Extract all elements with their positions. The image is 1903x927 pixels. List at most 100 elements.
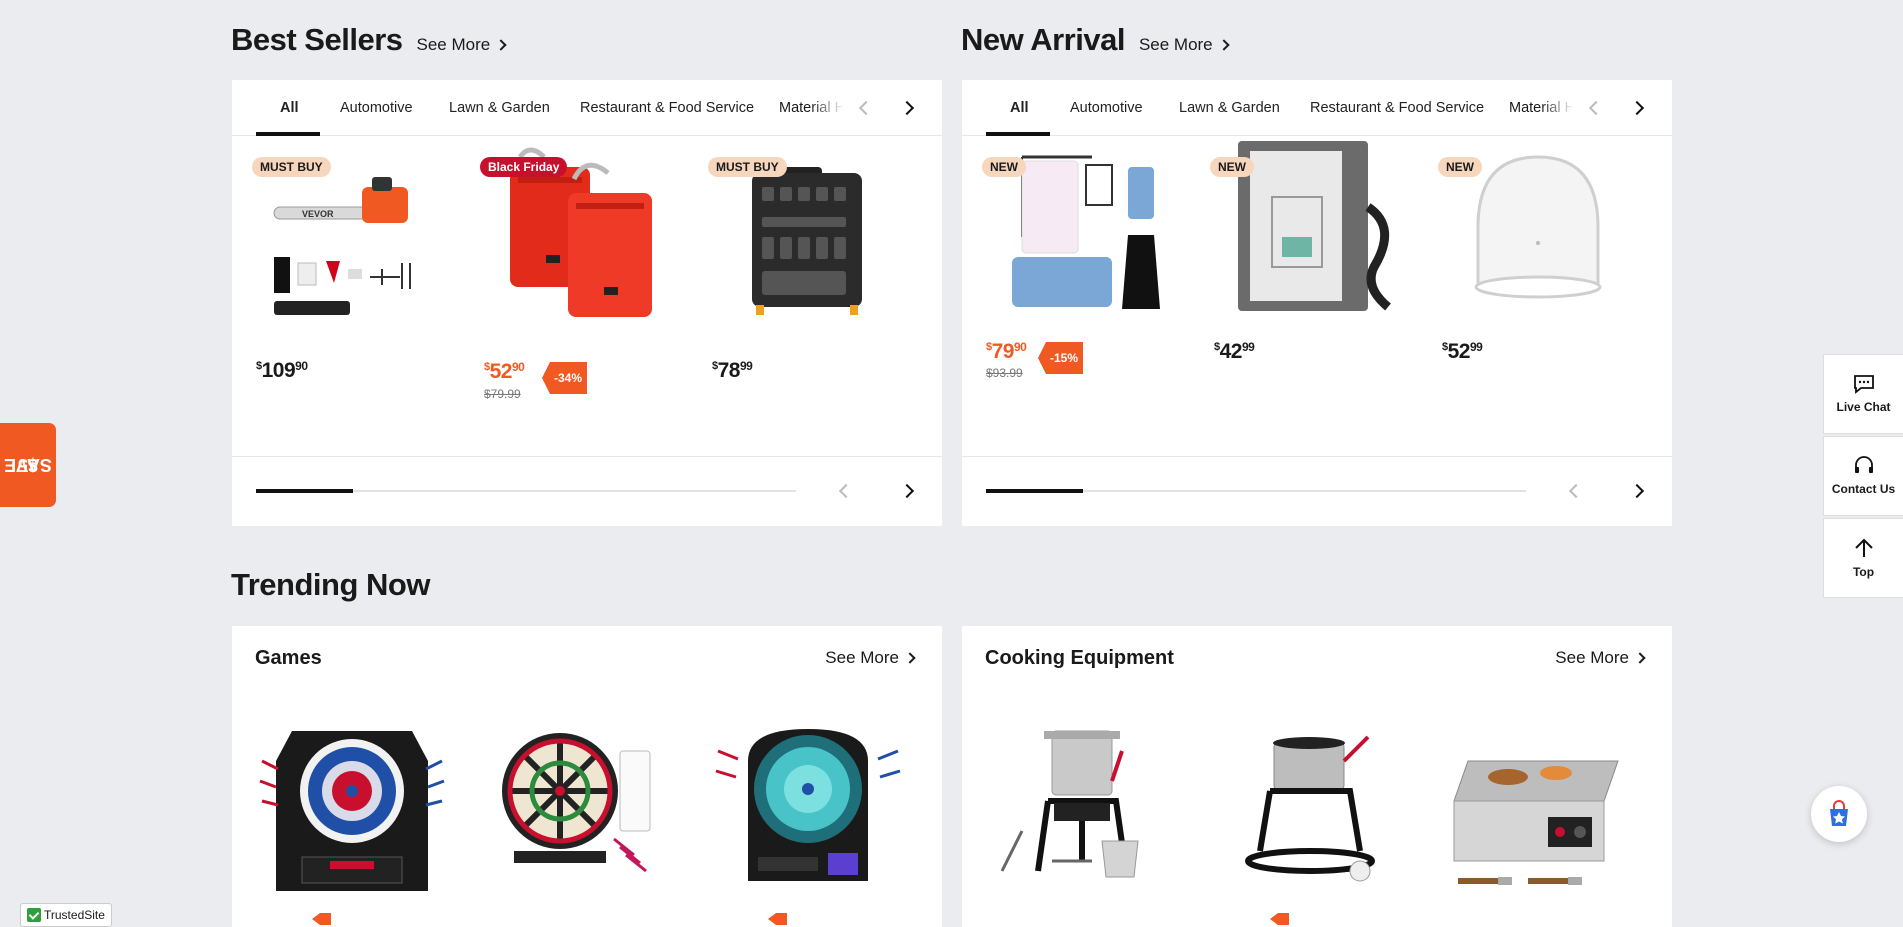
badge: NEW [1438,157,1482,177]
tab-lawn-garden[interactable]: Lawn & Garden [1179,100,1280,116]
tab-restaurant-food-service[interactable]: Restaurant & Food Service [1310,100,1484,116]
tool-label: Top [1852,565,1875,579]
product-card[interactable]: Black Friday $5290 $79.99 -34% [460,137,670,401]
product-card[interactable]: $4990 [1190,721,1400,927]
carousel-progress[interactable] [256,489,796,493]
bristle-dartboard-icon [502,733,651,873]
product-price: $5299 [1442,340,1483,363]
headset-icon [1854,456,1873,473]
rewards-float-button[interactable] [1811,786,1867,842]
chevron-right-icon [1217,39,1230,51]
trustedsite-label: TrustedSite [44,908,105,922]
tabs-next-arrow[interactable] [1626,97,1648,119]
best-sellers-panel: All Automotive Lawn & Garden Restaurant … [232,80,942,526]
electronic-dartboard-icon [259,731,445,891]
product-card[interactable]: $11299 [1418,721,1628,927]
tab-restaurant-food-service[interactable]: Restaurant & Food Service [580,100,754,116]
games-panel: Games See More $6799 $3399 [232,626,942,927]
old-price: $79.99 [484,387,521,401]
new-arrival-panel: All Automotive Lawn & Garden Restaurant … [962,80,1672,526]
cooking-see-more[interactable]: See More [1555,648,1646,668]
tab-automotive[interactable]: Automotive [1070,100,1143,116]
chevron-right-icon [904,652,916,664]
live-chat-button[interactable]: Live Chat [1823,354,1903,434]
arrow-up-icon [1854,538,1873,557]
badge: Black Friday [480,157,568,177]
trending-header: Trending Now [231,567,430,603]
trustedsite-badge[interactable]: TrustedSite [20,903,112,927]
led-dartboard-icon [715,729,901,881]
category-title: Cooking Equipment [985,647,1174,669]
carousel-prev-arrow[interactable] [1562,480,1584,502]
svg-text:VEVOR: VEVOR [302,209,334,219]
product-card[interactable]: $6799 [232,721,445,927]
new-arrival-tabs: All Automotive Lawn & Garden Restaurant … [962,80,1672,136]
product-card[interactable]: $8999 [962,721,1172,927]
active-tab-indicator [986,132,1050,136]
badge: MUST BUY [252,157,331,177]
product-card[interactable]: MUST BUY $7899 [688,137,898,397]
propane-burner-icon [1245,735,1375,882]
tab-lawn-garden[interactable]: Lawn & Garden [449,100,550,116]
product-price: $10990 [256,359,308,382]
product-card[interactable]: $5090 [688,721,901,927]
product-card[interactable]: NEW $5299 [1418,137,1628,397]
tab-automotive[interactable]: Automotive [340,100,413,116]
side-toolbar: Live Chat Contact Us Top [1823,354,1903,600]
cooking-equipment-panel: Cooking Equipment See More $8999 $4990 [962,626,1672,927]
best-sellers-title: Best Sellers [231,22,403,57]
chevron-right-icon [495,39,507,51]
discount-tag: -34% [542,362,588,394]
carousel-progress-fill [986,489,1084,493]
carousel-prev-arrow[interactable] [832,480,854,502]
category-title: Games [255,647,322,669]
new-arrival-see-more[interactable]: See More [1139,35,1230,55]
carousel-footer [962,456,1672,526]
product-card[interactable]: $3399 [460,721,670,927]
badge: NEW [982,157,1026,177]
tab-fade [1540,80,1574,135]
product-card[interactable]: NEW $7990 $93.99 -15% [962,137,1172,397]
check-icon [27,908,41,922]
best-sellers-header: Best Sellers See More [231,22,507,58]
carousel-next-arrow[interactable] [896,480,918,502]
tab-all[interactable]: All [1010,100,1029,116]
tabs-prev-arrow[interactable] [852,97,874,119]
product-price: $7990 [986,340,1027,363]
new-arrival-header: New Arrival See More [961,22,1230,58]
discount-tag: -15% [1038,342,1084,374]
tool-label: Live Chat [1836,400,1891,414]
product-card[interactable]: VEVOR MUST BUY $10990 [232,137,442,397]
new-arrival-title: New Arrival [961,22,1125,57]
product-card[interactable]: NEW $4299 [1190,137,1400,397]
back-to-top-button[interactable]: Top [1823,518,1903,598]
carousel-progress[interactable] [986,489,1526,493]
badge: NEW [1210,157,1254,177]
best-sellers-tabs: All Automotive Lawn & Garden Restaurant … [232,80,942,136]
tabs-prev-arrow[interactable] [1582,97,1604,119]
tabs-next-arrow[interactable] [896,97,918,119]
tool-label: Contact Us [1831,482,1896,496]
carousel-progress-fill [256,489,354,493]
save-coupon-tab[interactable]: SAVE $5 [0,423,56,507]
contact-us-button[interactable]: Contact Us [1823,436,1903,516]
games-see-more[interactable]: See More [825,648,916,668]
electric-griddle-icon [1453,760,1619,885]
product-price: $5290 [484,360,525,383]
shopping-bag-star-icon [1830,800,1848,826]
tab-fade [810,80,844,135]
turkey-fryer-icon [1000,730,1139,878]
chat-icon [1853,375,1874,394]
tab-all[interactable]: All [280,100,299,116]
product-price: $4299 [1214,340,1255,363]
save-amount: $5 [17,455,39,475]
badge: MUST BUY [708,157,787,177]
old-price: $93.99 [986,366,1023,380]
carousel-footer [232,456,942,526]
best-sellers-see-more[interactable]: See More [417,35,507,55]
active-tab-indicator [256,132,320,136]
product-price: $7899 [712,359,753,382]
trending-title: Trending Now [231,567,430,602]
chevron-right-icon [1634,652,1646,664]
carousel-next-arrow[interactable] [1626,480,1648,502]
